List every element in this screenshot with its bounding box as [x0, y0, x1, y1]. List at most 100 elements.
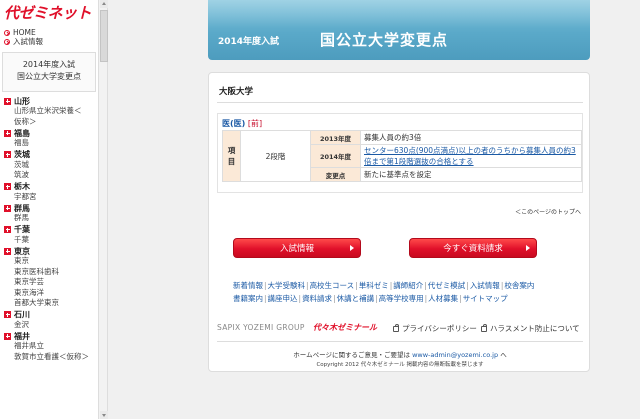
footer-link[interactable]: 高等学校専用 — [379, 294, 424, 303]
university-link[interactable]: 敦賀市立看護＜仮称＞ — [4, 352, 96, 363]
prefecture-group: 福島 福島 — [4, 128, 96, 149]
university-link[interactable]: 福島 — [4, 138, 96, 149]
plus-icon — [4, 226, 11, 233]
prefecture-group: 東京 東京 東京医科歯科 東京学芸 東京海洋 首都大学東京 — [4, 246, 96, 309]
page-banner: 2014年度入試 国公立大学変更点 — [208, 0, 590, 60]
yozemi-logo[interactable]: 代々木ゼミナール — [313, 322, 377, 333]
footer-link[interactable]: 単科ゼミ — [359, 281, 389, 290]
footer-link[interactable]: 入試情報 — [470, 281, 500, 290]
row-value-cell: 募集人員の約3倍 — [360, 130, 582, 145]
arrow-right-icon — [350, 245, 354, 251]
footer-link[interactable]: 書籍案内 — [233, 294, 263, 303]
request-materials-button[interactable]: 今すぐ資料請求 — [409, 238, 537, 258]
page-top-link[interactable]: ＜このページのトップへ — [515, 207, 581, 216]
row-label-cell: 変更点 — [310, 167, 361, 182]
row-value-cell: 新たに基準点を設定 — [360, 167, 582, 182]
schedule-cell: 2段階 — [240, 130, 311, 182]
nav-exam-info-label: 入試情報 — [13, 37, 43, 46]
university-link[interactable]: 東京 — [4, 256, 96, 267]
footer-link[interactable]: 校舎案内 — [504, 281, 534, 290]
prefecture-toggle[interactable]: 茨城 — [4, 150, 96, 160]
scroll-thumb[interactable] — [100, 10, 108, 62]
exam-info-button[interactable]: 入試情報 — [233, 238, 361, 258]
footer-link[interactable]: 新着情報 — [233, 281, 263, 290]
sidebar: 代ゼミネット HOME 入試情報 2014年度入試 国公立大学変更点 山形 山形県… — [0, 0, 98, 419]
prefecture-name: 茨城 — [14, 150, 30, 159]
row-value-link[interactable]: センター630点(900点満点)以上の者のうちから募集人員の約3倍まで第1段階選… — [360, 144, 582, 168]
prefecture-toggle[interactable]: 千葉 — [4, 225, 96, 235]
site-logo[interactable]: 代ゼミネット — [4, 2, 96, 24]
department-tag: [前] — [247, 119, 263, 128]
request-materials-button-label: 今すぐ資料請求 — [443, 244, 503, 254]
change-table: 項目 2段階 2013年度 募集人員の約3倍 2014年度 センター630点(9… — [222, 130, 582, 182]
university-link[interactable]: 東京海洋 — [4, 288, 96, 299]
prefecture-toggle[interactable]: 東京 — [4, 246, 96, 256]
university-link[interactable]: 首都大学東京 — [4, 298, 96, 309]
footer-link[interactable]: 講座申込 — [268, 294, 298, 303]
university-link[interactable]: 千葉 — [4, 235, 96, 246]
scroll-up-icon[interactable] — [100, 0, 108, 8]
prefecture-toggle[interactable]: 福井 — [4, 331, 96, 341]
plus-icon — [4, 97, 11, 105]
privacy-link[interactable]: プライバシーポリシー — [393, 323, 477, 334]
prefecture-name: 福井 — [14, 331, 30, 341]
item-label-cell: 項目 — [222, 130, 241, 182]
divider — [217, 102, 583, 103]
university-link[interactable]: 仮称＞ — [4, 117, 96, 128]
university-link[interactable]: 金沢 — [4, 320, 96, 331]
footer-link[interactable]: 高校生コース — [310, 281, 355, 290]
plus-icon — [4, 151, 11, 158]
university-link[interactable]: 東京学芸 — [4, 277, 96, 288]
university-link[interactable]: 東京医科歯科 — [4, 267, 96, 278]
prefecture-name: 栃木 — [14, 182, 30, 191]
university-link[interactable]: 筑波 — [4, 170, 96, 181]
footer-link[interactable]: 資料請求 — [302, 294, 332, 303]
harassment-link[interactable]: ハラスメント防止について — [481, 323, 580, 334]
harassment-label: ハラスメント防止について — [490, 324, 580, 333]
university-link[interactable]: 山形県立米沢栄養＜ — [4, 106, 96, 117]
sidebar-scrollbar[interactable] — [98, 0, 108, 419]
footer-link[interactable]: 講師紹介 — [393, 281, 423, 290]
prefecture-list: 山形 山形県立米沢栄養＜ 仮称＞ 福島 福島 茨城 茨城 筑波 栃木 宇都宮 群馬 群馬 千葉 千葉 東京東… — [4, 96, 96, 363]
footer-link[interactable]: サイトマップ — [463, 294, 508, 303]
prefecture-toggle[interactable]: 石川 — [4, 310, 96, 320]
footer-links-row: 新着情報|大学受験科|高校生コース|単科ゼミ|講師紹介|代ゼミ模試|入試情報|校… — [233, 279, 583, 292]
row-label-cell: 2014年度 — [310, 144, 361, 168]
footer-link[interactable]: 大学受験科 — [268, 281, 306, 290]
plus-icon — [4, 129, 11, 137]
arrow-right-icon — [526, 245, 530, 251]
prefecture-toggle[interactable]: 山形 — [4, 96, 96, 106]
prefecture-toggle[interactable]: 栃木 — [4, 182, 96, 192]
university-link[interactable]: 群馬 — [4, 213, 96, 224]
prefecture-toggle[interactable]: 福島 — [4, 128, 96, 138]
prefecture-group: 千葉 千葉 — [4, 225, 96, 246]
prefecture-toggle[interactable]: 群馬 — [4, 203, 96, 213]
copyright: Copyright 2012 代々木ゼミナール 掲載内容の無断転載を禁じます — [316, 362, 484, 368]
prefecture-name: 石川 — [14, 310, 30, 319]
prefecture-group: 栃木 宇都宮 — [4, 182, 96, 203]
arrow-circle-icon — [4, 38, 10, 45]
privacy-label: プライバシーポリシー — [402, 324, 477, 333]
contact-suffix: へ — [500, 351, 507, 359]
nav-exam-info-link[interactable]: 入試情報 — [4, 37, 96, 46]
prefecture-name: 山形 — [14, 96, 30, 106]
arrow-circle-icon — [4, 29, 10, 36]
university-link[interactable]: 福井県立 — [4, 341, 96, 352]
footer-link[interactable]: 休講と補講 — [337, 294, 375, 303]
content-card: 大阪大学 医(医) [前] 項目 2段階 2013年度 募集人員の約3倍 201… — [208, 72, 590, 372]
plus-icon — [4, 332, 11, 340]
row-label-cell: 2013年度 — [310, 130, 361, 145]
exam-info-button-label: 入試情報 — [279, 244, 314, 254]
sidebar-section-title: 2014年度入試 国公立大学変更点 — [2, 52, 96, 92]
prefecture-name: 東京 — [14, 246, 30, 256]
footer-brand-row: SAPIX YOZEMI GROUP 代々木ゼミナール プライバシーポリシー ハ… — [217, 321, 583, 335]
university-link[interactable]: 宇都宮 — [4, 192, 96, 203]
contact-email-link[interactable]: www-admin@yozemi.co.jp — [412, 351, 498, 359]
banner-title: 国公立大学変更点 — [320, 31, 449, 49]
footer-link[interactable]: 人材募集 — [428, 294, 458, 303]
scroll-down-icon[interactable] — [100, 411, 108, 419]
plus-icon — [4, 311, 11, 318]
university-name: 大阪大学 — [219, 87, 254, 97]
footer-link[interactable]: 代ゼミ模試 — [428, 281, 466, 290]
university-link[interactable]: 茨城 — [4, 160, 96, 171]
